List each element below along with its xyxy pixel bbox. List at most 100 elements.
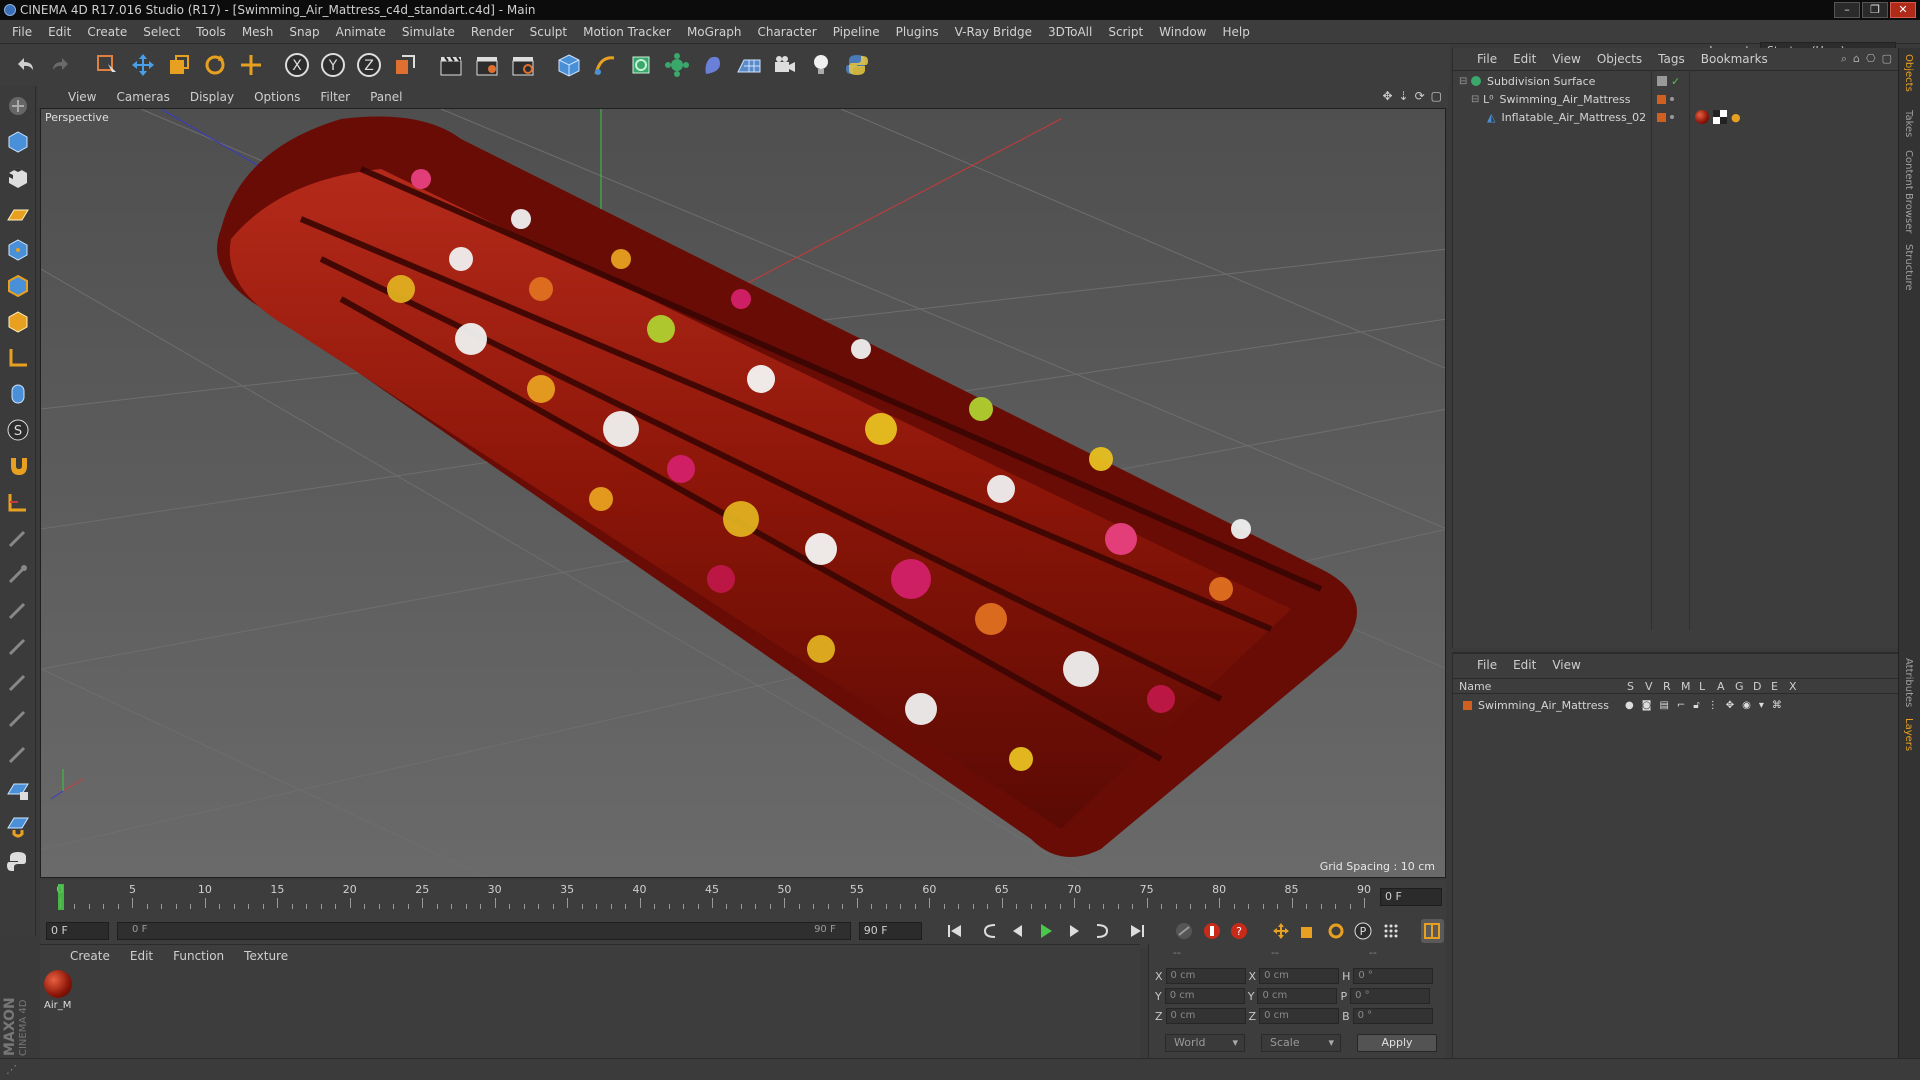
material-menu-texture[interactable]: Texture [234,949,298,963]
objects-menu-tags[interactable]: Tags [1650,52,1693,66]
size-z-field[interactable]: 0 cm [1259,1008,1340,1024]
motion-path-button[interactable] [1172,919,1196,943]
move-tool-button[interactable] [126,48,160,82]
previous-frame-button[interactable] [1007,919,1031,943]
playhead-marker[interactable] [58,884,64,910]
axis-mode-button[interactable] [2,342,34,374]
tab-takes[interactable]: Takes [1903,110,1914,137]
generators-toggle-icon[interactable]: ✥ [1726,700,1734,711]
visibility-dot-icon[interactable] [1670,115,1674,119]
tab-content-browser[interactable]: Content Browser [1903,150,1914,233]
go-to-start-button[interactable] [943,919,967,943]
workplane-mode-button[interactable] [2,198,34,230]
solo-toggle-icon[interactable]: ● [1625,700,1634,711]
material-menu-create[interactable]: Create [60,949,120,963]
material-tag-icon[interactable] [1695,110,1709,124]
menu-pipeline[interactable]: Pipeline [825,20,888,44]
z-axis-lock-button[interactable]: Z [352,48,386,82]
size-y-field[interactable]: 0 cm [1257,988,1338,1004]
current-frame-field[interactable]: 0 F [1380,888,1442,906]
add-mograph-button[interactable] [660,48,694,82]
home-icon[interactable]: ⌂ [1853,52,1860,66]
column-generators[interactable]: G [1735,680,1744,693]
menu-help[interactable]: Help [1214,20,1257,44]
model-mode-button[interactable] [2,126,34,158]
next-frame-button[interactable] [1062,919,1086,943]
material-menu-function[interactable]: Function [163,949,234,963]
coord-system-dropdown[interactable]: World [1165,1034,1245,1052]
phong-tag-icon[interactable]: ● [1731,111,1741,124]
render-settings-button[interactable] [506,48,540,82]
x-axis-lock-button[interactable]: X [280,48,314,82]
timeline-layout-button[interactable] [1420,919,1445,943]
expand-toggle-icon[interactable]: ⊟ [1459,76,1471,87]
add-subdivision-button[interactable] [624,48,658,82]
floor-magnet-button[interactable] [2,810,34,842]
xref-toggle-icon[interactable]: ⌘ [1772,700,1782,711]
object-row-swimming-air-mattress[interactable]: ⊟ L⁰ Swimming_Air_Mattress [1471,90,1899,108]
close-button[interactable]: ✕ [1890,2,1916,18]
column-xref[interactable]: X [1789,680,1797,693]
tweak-mode-button[interactable] [2,378,34,410]
next-key-button[interactable] [1089,919,1113,943]
key-position-button[interactable] [1269,919,1293,943]
column-animation[interactable]: A [1717,680,1725,693]
undo-button[interactable] [8,48,42,82]
record-button[interactable] [1200,919,1224,943]
play-button[interactable] [1034,919,1058,943]
render-view-button[interactable] [434,48,468,82]
add-light-button[interactable] [804,48,838,82]
objects-menu-bookmarks[interactable]: Bookmarks [1693,52,1776,66]
tab-attributes[interactable]: Attributes [1903,658,1914,707]
tab-structure[interactable]: Structure [1903,244,1914,291]
python-button[interactable] [840,48,874,82]
deformers-toggle-icon[interactable]: ◉ [1742,700,1751,711]
expressions-toggle-icon[interactable]: ▾ [1759,700,1764,711]
end-frame-field[interactable]: 90 F [858,922,922,940]
snap-button[interactable]: S [2,414,34,446]
autokey-button[interactable]: ? [1227,919,1251,943]
menu-snap[interactable]: Snap [281,20,327,44]
transform-tool-button[interactable] [234,48,268,82]
polygons-mode-button[interactable] [2,306,34,338]
layer-color-swatch[interactable] [1657,94,1666,104]
menu-mesh[interactable]: Mesh [234,20,282,44]
visibility-dot-icon[interactable] [1670,97,1674,101]
column-locked[interactable]: L [1699,680,1705,693]
expand-toggle-icon[interactable]: ⊟ [1471,94,1483,105]
pos-z-field[interactable]: 0 cm [1165,1008,1246,1024]
objects-menu-objects[interactable]: Objects [1589,52,1650,66]
search-icon[interactable]: ⌕ [1841,52,1847,66]
sculpt-tool-1[interactable] [2,522,34,554]
menu-character[interactable]: Character [749,20,824,44]
sculpt-tool-5[interactable] [2,666,34,698]
viewport-menu-options[interactable]: Options [244,90,310,104]
timeline-ruler[interactable]: 051015202530354045505560657075808590 0 F [40,880,1446,914]
start-frame-field[interactable]: 0 F [46,922,110,940]
key-parameter-button[interactable]: P [1352,919,1376,943]
material-menu-edit[interactable]: Edit [120,949,163,963]
view-toggle-icon[interactable]: ◙ [1642,700,1652,711]
python-script-button[interactable] [2,846,34,878]
enabled-check-icon[interactable]: ✓ [1671,75,1680,88]
perspective-viewport[interactable]: Perspective Grid Spacing : 10 cm [40,108,1446,878]
coordinate-system-button[interactable] [388,48,422,82]
viewport-menu-cameras[interactable]: Cameras [106,90,179,104]
column-manager[interactable]: M [1681,680,1691,693]
maximize-button[interactable]: ❐ [1862,2,1888,18]
texture-mode-button[interactable] [2,162,34,194]
rotate-tool-button[interactable] [198,48,232,82]
quantize-button[interactable] [2,486,34,518]
layer-color-swatch[interactable] [1463,700,1472,710]
menu-file[interactable]: File [4,20,40,44]
rot-p-field[interactable]: 0 ° [1350,988,1431,1004]
previous-key-button[interactable] [979,919,1003,943]
key-pla-button[interactable] [1379,919,1403,943]
column-solo[interactable]: S [1627,680,1634,693]
pos-x-field[interactable]: 0 cm [1165,968,1246,984]
menu-tools[interactable]: Tools [188,20,234,44]
pos-y-field[interactable]: 0 cm [1164,988,1245,1004]
viewport-rotate-icon[interactable]: ⟳ [1415,89,1425,103]
menu-plugins[interactable]: Plugins [888,20,947,44]
apply-button[interactable]: Apply [1357,1034,1437,1052]
